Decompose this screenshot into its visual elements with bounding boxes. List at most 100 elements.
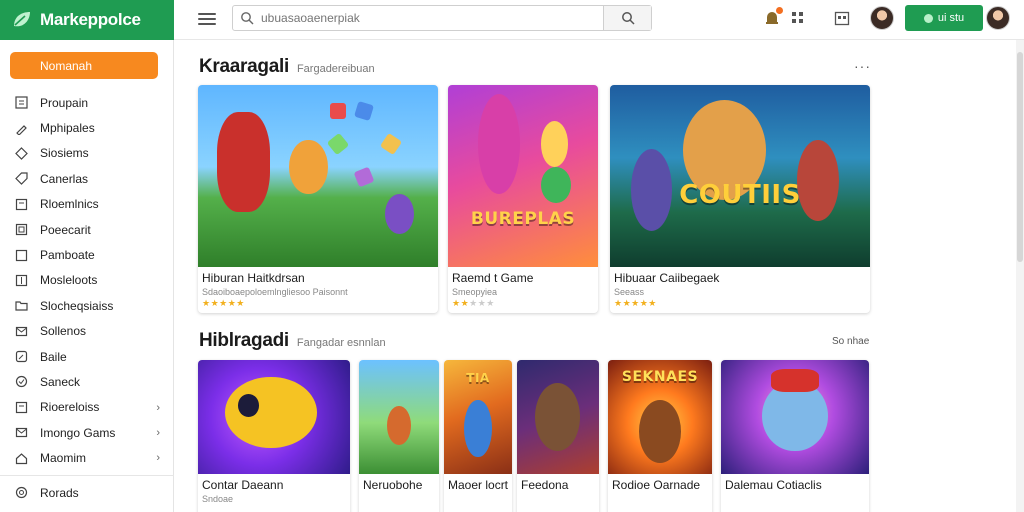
notification-icon[interactable]	[762, 7, 783, 28]
bar-icon	[14, 273, 28, 287]
game-thumbnail[interactable]	[721, 360, 869, 474]
sidebar-item-label: Siosiems	[40, 146, 89, 161]
check-icon	[14, 375, 28, 389]
game-title: Maoer locrt	[448, 478, 508, 492]
sidebar-item[interactable]: Slocheqsiaiss	[0, 293, 174, 318]
sidebar-item[interactable]: Proupain	[0, 90, 174, 115]
game-thumbnail[interactable]: SEKNAES	[608, 360, 712, 474]
game-logo-text: SEKNAES	[621, 369, 699, 386]
section-subtitle: Fargadereibuan	[296, 63, 375, 75]
app-logo[interactable]: Markeppolce	[0, 0, 174, 40]
game-card[interactable]: Dalemau Cotiaclis	[721, 360, 869, 512]
game-thumbnail[interactable]	[198, 360, 350, 474]
sidebar-item[interactable]: Baile	[0, 344, 174, 369]
status-dot-icon	[923, 13, 933, 23]
scrollbar[interactable]	[1016, 40, 1024, 512]
game-card[interactable]: SEKNAES Rodioe Oarnade	[608, 360, 712, 512]
sidebar-item-label: Mphipales	[40, 121, 95, 136]
sidebar-item[interactable]: Saneck	[0, 369, 174, 394]
calendar-icon[interactable]	[832, 8, 852, 28]
search-button[interactable]	[603, 6, 651, 30]
game-title: Hiburan Haitkdrsan	[202, 271, 305, 285]
avatar[interactable]	[870, 6, 894, 30]
game-card[interactable]: TIA Maoer locrt	[444, 360, 512, 512]
sidebar-item-label: Poeecarit	[40, 222, 91, 237]
rating-stars-icon: ★★★★★	[202, 298, 245, 308]
game-thumbnail[interactable]	[517, 360, 599, 474]
sidebar-item[interactable]: Maomim ›	[0, 445, 174, 470]
sidebar-item-label: Mosleloots	[40, 273, 98, 288]
sidebar-item[interactable]: Rloemlnics	[0, 192, 174, 217]
rating-stars-icon: ★★★★★	[452, 298, 495, 308]
edit-icon	[14, 350, 28, 364]
game-logo-text: COUTIIS	[679, 179, 801, 210]
game-thumbnail[interactable]: BUREPLAS	[448, 85, 598, 267]
section-header: Kraaragali Fargadereibuan	[199, 56, 375, 78]
sidebar-item[interactable]: Poeecarit	[0, 217, 174, 242]
section-title: Hiblragadi	[199, 330, 289, 351]
app-title: Markeppolce	[40, 10, 141, 29]
avatar[interactable]	[986, 6, 1010, 30]
scrollbar-thumb[interactable]	[1017, 52, 1023, 262]
sidebar-item[interactable]: Siosiems	[0, 141, 174, 166]
game-logo-text: TIA	[466, 371, 490, 386]
sidebar-item-label: Canerlas	[40, 171, 89, 186]
game-thumbnail[interactable]: COUTIIS	[610, 85, 870, 267]
notification-badge	[776, 7, 783, 14]
sidebar-item[interactable]: Imongo Gams ›	[0, 420, 174, 445]
sidebar-item-label: Pamboate	[40, 248, 95, 263]
game-title: Rodioe Oarnade	[612, 478, 701, 492]
game-publisher: Smeopyiea	[452, 287, 498, 297]
signin-button[interactable]: ui stu	[905, 5, 983, 31]
sidebar-item[interactable]: Rioereloiss ›	[0, 395, 174, 420]
primary-action-label: Nomanah	[40, 58, 93, 73]
grid-icon	[14, 96, 28, 110]
game-publisher: Sdaoiboaepoloemlngliesoo Paisonnt	[202, 287, 348, 297]
diamond-icon	[14, 146, 28, 160]
sidebar-item-label: Rioereloiss	[40, 400, 100, 415]
game-card[interactable]: COUTIIS Hibuaar Caiibegaek Seeass ★★★★★	[610, 85, 870, 313]
game-card[interactable]: Neruobohe	[359, 360, 439, 512]
game-thumbnail[interactable]	[359, 360, 439, 474]
game-title: Dalemau Cotiaclis	[725, 478, 822, 492]
game-title: Feedona	[521, 478, 569, 492]
chevron-right-icon[interactable]: ›	[156, 427, 160, 439]
menu-icon[interactable]	[198, 10, 216, 28]
search-icon	[621, 12, 635, 25]
game-card[interactable]: Feedona	[517, 360, 599, 512]
sidebar-item[interactable]: Pamboate	[0, 242, 174, 267]
game-card[interactable]: Hiburan Haitkdrsan Sdaoiboaepoloemlnglies…	[198, 85, 438, 313]
chevron-right-icon[interactable]: ›	[156, 402, 160, 414]
game-thumbnail[interactable]	[198, 85, 438, 267]
game-card[interactable]: BUREPLAS Raemd t Game Smeopyiea ★★★★★	[448, 85, 598, 313]
box-icon	[14, 400, 28, 414]
sidebar-divider	[0, 474, 174, 476]
game-logo-text: BUREPLAS	[470, 208, 576, 229]
sidebar-item[interactable]: Mphipales	[0, 115, 174, 140]
game-title: Hibuaar Caiibegaek	[614, 271, 720, 285]
rating-stars-icon: ★★★★★	[614, 298, 657, 308]
game-card[interactable]: Contar Daeann Sndoae	[198, 360, 350, 512]
box-icon	[14, 197, 28, 211]
game-title: Raemd t Game	[452, 271, 534, 285]
sidebar-item[interactable]: Sollenos	[0, 319, 174, 344]
sidebar-item-label: Proupain	[40, 95, 89, 110]
apps-icon[interactable]	[788, 8, 808, 28]
game-title: Neruobohe	[363, 478, 423, 492]
sidebar-item[interactable]: Canerlas	[0, 166, 174, 191]
search-input[interactable]	[261, 11, 603, 25]
game-title: Contar Daeann	[202, 478, 284, 492]
game-thumbnail[interactable]: TIA	[444, 360, 512, 474]
see-all-link[interactable]: So nhae	[832, 336, 869, 347]
sidebar-nav: Proupain Mphipales Siosiems Canerlas Rloemln…	[0, 90, 174, 505]
primary-action-button[interactable]: Nomanah	[10, 52, 158, 79]
chevron-right-icon[interactable]: ›	[156, 452, 160, 464]
sidebar-item-label: Rloemlnics	[40, 197, 99, 212]
more-options-icon[interactable]: ···	[854, 58, 871, 74]
sidebar-item[interactable]: Mosleloots	[0, 268, 174, 293]
square-icon	[14, 248, 28, 262]
mail-icon	[14, 324, 28, 338]
sidebar-item[interactable]: Rorads	[0, 480, 174, 505]
signin-button-label: ui stu	[937, 12, 965, 24]
game-publisher: Sndoae	[202, 494, 234, 504]
